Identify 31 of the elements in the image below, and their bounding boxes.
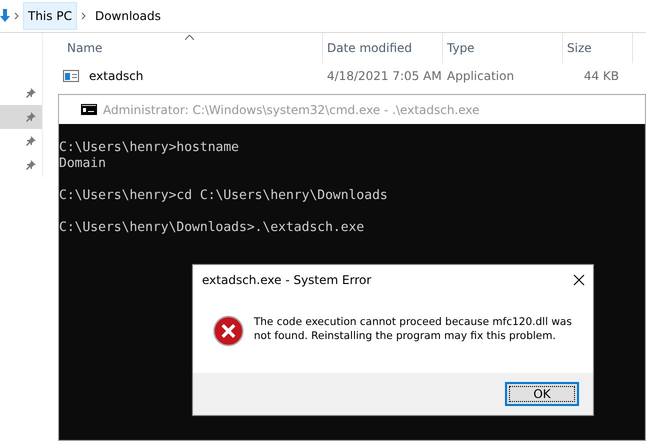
chevron-icon[interactable] <box>80 12 86 20</box>
pin-icon <box>26 88 36 98</box>
console-line: C:\Users\henry>hostname <box>59 140 240 156</box>
column-header[interactable]: Date modified <box>323 33 443 63</box>
pin-icon <box>26 112 36 122</box>
file-name[interactable]: extadsch <box>85 69 144 83</box>
ok-button[interactable]: OK <box>505 382 579 406</box>
close-icon[interactable] <box>573 274 585 286</box>
breadcrumb-item[interactable]: This PC <box>23 2 77 30</box>
column-header[interactable]: Name <box>63 33 323 63</box>
sort-up-icon <box>185 35 194 40</box>
application-icon <box>63 70 79 82</box>
download-arrow-icon <box>0 9 10 23</box>
console-line: C:\Users\henry\Downloads>.\extadsch.exe <box>59 220 366 236</box>
file-type: Application <box>446 69 516 83</box>
pin-icon <box>26 136 36 146</box>
console-title: Administrator: C:\Windows\system32\cmd.exe - .\extadsch.exe <box>103 102 480 116</box>
breadcrumb-item[interactable]: Downloads <box>90 2 166 30</box>
column-header[interactable]: Size <box>563 33 633 63</box>
file-date: 4/18/2021 7:05 AM <box>326 69 443 83</box>
console-line: C:\Users\henry>cd C:\Users\henry\Downloads <box>59 188 389 204</box>
error-message: The code execution cannot proceed because mfc120.dll was not found. Reinstalling the program may fix this problem. <box>254 315 573 343</box>
chevron-icon[interactable] <box>14 12 19 20</box>
console-line: Domain <box>59 156 107 172</box>
error-icon <box>213 315 244 347</box>
nav-item[interactable] <box>0 105 42 129</box>
file-size: 44 KB <box>582 69 620 83</box>
console-icon <box>81 104 97 115</box>
dialog-title: extadsch.exe - System Error <box>202 273 372 287</box>
column-header[interactable]: Type <box>443 33 563 63</box>
pin-icon <box>26 160 36 170</box>
